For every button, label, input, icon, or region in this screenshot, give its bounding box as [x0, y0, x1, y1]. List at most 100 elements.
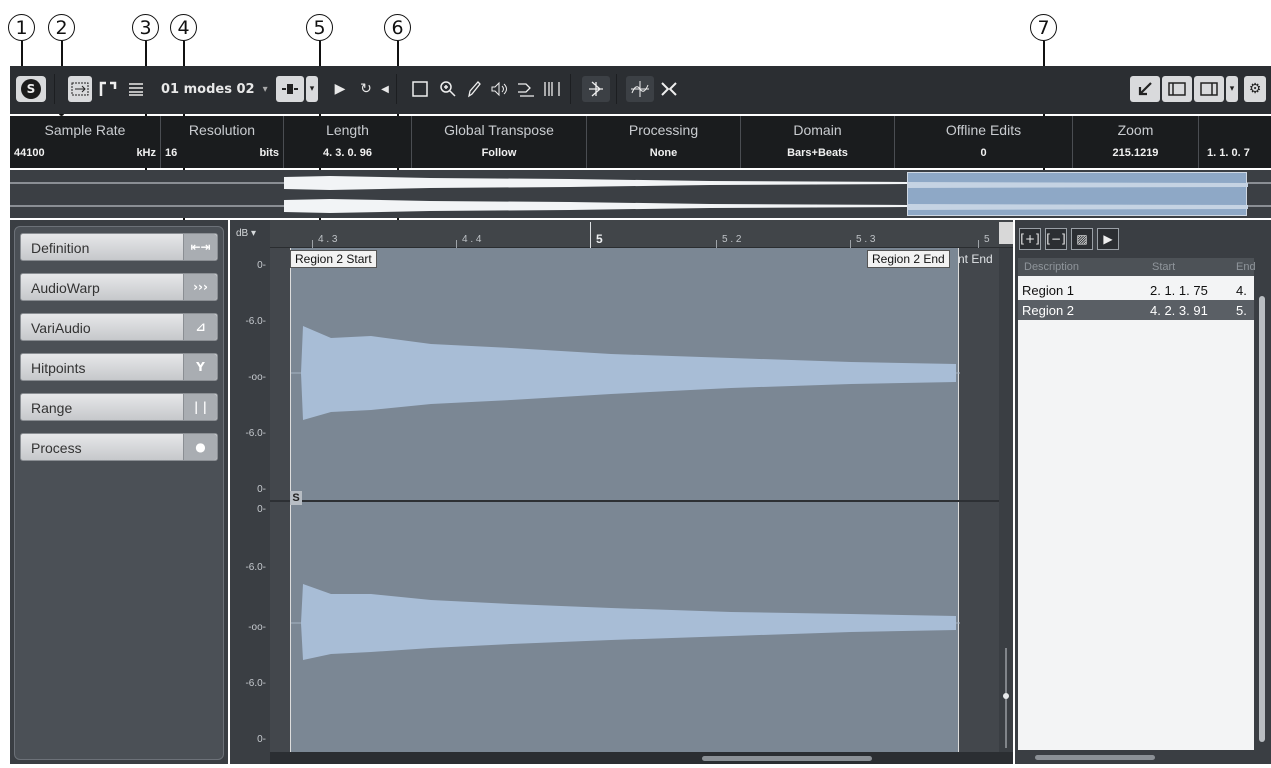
gear-icon: ⚙	[1248, 81, 1262, 97]
section-label: Range	[31, 400, 73, 416]
channel-divider	[270, 500, 999, 502]
callout-5: 5	[306, 14, 333, 41]
volume-marker[interactable]: ◀	[380, 76, 390, 102]
db-label: -oo-	[248, 622, 266, 633]
play-region-button[interactable]: ▶	[1097, 228, 1119, 250]
column-header[interactable]: Start	[1152, 261, 1175, 273]
info-cursor-position[interactable]: 1. 1. 0. 7	[1198, 116, 1271, 168]
region-end-label[interactable]: Region 2 End	[867, 250, 950, 268]
inspector-sections: Definition ⇤⇥ AudioWarp ››› VariAudio ⊿ …	[14, 226, 224, 760]
regions-vertical-scrollbar[interactable]	[1259, 296, 1265, 742]
section-process[interactable]: Process ●	[20, 433, 218, 461]
zoom-tool[interactable]	[436, 76, 460, 102]
toolbar: S 01 modes 02 ▾ ▾ ▶ ↻ ◀ ▾ ⚙	[10, 66, 1271, 114]
info-label: Sample Rate	[44, 122, 126, 138]
info-processing[interactable]: Processing None	[586, 116, 740, 168]
insert-icon	[282, 84, 298, 94]
info-zoom[interactable]: Zoom 215.1219	[1072, 116, 1198, 168]
callout-6: 6	[384, 14, 411, 41]
snap-to-grid-button[interactable]	[656, 76, 682, 102]
audiowarp-icon: ›››	[183, 274, 217, 300]
acoustic-feedback-button[interactable]	[582, 76, 610, 102]
preset-name: 01 modes 02	[161, 81, 255, 97]
play-button[interactable]: ▶	[328, 76, 352, 102]
play-icon: ▶	[334, 81, 346, 97]
info-label: Global Transpose	[444, 122, 554, 138]
waveform-display[interactable]: Region 2 Start Region 2 End nt End S	[270, 248, 999, 752]
db-label: -6.0-	[245, 428, 266, 439]
regions-horizontal-scrollbar[interactable]	[1035, 755, 1155, 760]
info-label: Offline Edits	[945, 122, 1022, 138]
preset-selector[interactable]: 01 modes 02 ▾	[156, 76, 268, 102]
selection-tool[interactable]	[408, 76, 432, 102]
hitpoint-tool[interactable]	[540, 76, 564, 102]
info-value: Bars+Beats	[787, 147, 848, 159]
region-end: 5.	[1236, 303, 1247, 318]
callout-1: 1	[8, 14, 35, 41]
play-tool[interactable]	[488, 76, 512, 102]
info-line: Sample Rate 44100 kHz Resolution 16 bits…	[10, 116, 1271, 168]
section-range[interactable]: Range | |	[20, 393, 218, 421]
info-global-transpose[interactable]: Global Transpose Follow	[411, 116, 586, 168]
info-label: Processing	[628, 122, 699, 138]
column-header[interactable]: End	[1236, 261, 1256, 273]
warp-tool[interactable]	[514, 76, 538, 102]
info-label: Domain	[793, 122, 842, 138]
autoscroll-icon	[71, 82, 89, 96]
sustain-marker[interactable]: S	[290, 491, 302, 505]
loop-button[interactable]: ↻	[354, 76, 378, 102]
add-region-button[interactable]: [+]	[1019, 228, 1041, 250]
ruler-label: 5 . 2	[722, 234, 742, 245]
zoom-icon	[440, 81, 456, 97]
autoscroll-button[interactable]	[68, 76, 92, 102]
chevron-down-icon: ▾	[309, 84, 315, 94]
right-zone-toggle[interactable]	[1194, 76, 1224, 102]
db-scale-menu[interactable]: dB ▾	[230, 220, 270, 248]
insert-mode-button[interactable]	[276, 76, 304, 102]
zones-dropdown[interactable]: ▾	[1226, 76, 1238, 102]
warp-icon	[518, 83, 534, 97]
draw-tool[interactable]	[462, 76, 486, 102]
horizontal-scrollbar[interactable]	[270, 752, 1013, 764]
info-value: 4. 3. 0. 96	[323, 147, 372, 159]
remove-region-icon: [−]	[1046, 232, 1066, 246]
left-zone-toggle[interactable]	[1162, 76, 1192, 102]
info-offline-edits[interactable]: Offline Edits 0	[894, 116, 1072, 168]
snap-zero-crossing-button[interactable]	[626, 76, 654, 102]
inspector-panel: Definition ⇤⇥ AudioWarp ››› VariAudio ⊿ …	[10, 220, 228, 764]
section-hitpoints[interactable]: Hitpoints Y	[20, 353, 218, 381]
table-row[interactable]: Region 1 2. 1. 1. 75 4.	[1018, 280, 1254, 300]
section-audiowarp[interactable]: AudioWarp ›››	[20, 273, 218, 301]
waveform-editor: dB ▾ 4 . 3 4 . 4 5 5 . 2 5 . 3 5 0- -6.0…	[230, 220, 1013, 764]
left-zone-icon	[1168, 82, 1186, 96]
column-header[interactable]: Description	[1024, 261, 1079, 273]
hitpoint-icon	[544, 82, 560, 96]
vertical-zoom-slider[interactable]	[999, 248, 1013, 752]
info-domain[interactable]: Domain Bars+Beats	[740, 116, 894, 168]
collapse-button[interactable]	[1130, 76, 1160, 102]
section-definition[interactable]: Definition ⇤⇥	[20, 233, 218, 261]
info-resolution[interactable]: Resolution 16 bits	[160, 116, 283, 168]
section-variaudio[interactable]: VariAudio ⊿	[20, 313, 218, 341]
overview-view-range[interactable]	[907, 172, 1248, 216]
insert-mode-dropdown[interactable]: ▾	[306, 76, 318, 102]
snap-button[interactable]	[96, 76, 120, 102]
ruler-label: 5 . 3	[856, 234, 876, 245]
event-from-region-button[interactable]: ▨	[1071, 228, 1093, 250]
add-region-icon: [+]	[1020, 232, 1040, 246]
info-sample-rate[interactable]: Sample Rate 44100 kHz	[10, 116, 160, 168]
region-end-label-cut: nt End	[958, 252, 993, 266]
remove-region-button[interactable]: [−]	[1045, 228, 1067, 250]
ruler-menu-button[interactable]	[999, 222, 1013, 244]
table-row[interactable]: Region 2 4. 2. 3. 91 5.	[1018, 300, 1254, 320]
solo-button[interactable]: S	[16, 76, 46, 102]
info-length[interactable]: Length 4. 3. 0. 96	[283, 116, 411, 168]
region-start-label[interactable]: Region 2 Start	[290, 250, 377, 268]
overview-line[interactable]	[10, 170, 1271, 218]
ruler[interactable]: 4 . 3 4 . 4 5 5 . 2 5 . 3 5	[270, 220, 1013, 248]
vertical-zoom-track	[1003, 648, 1009, 748]
db-label: -6.0-	[245, 316, 266, 327]
stack-button[interactable]	[124, 76, 148, 102]
settings-button[interactable]: ⚙	[1244, 76, 1266, 102]
scrollbar-thumb[interactable]	[702, 756, 872, 761]
